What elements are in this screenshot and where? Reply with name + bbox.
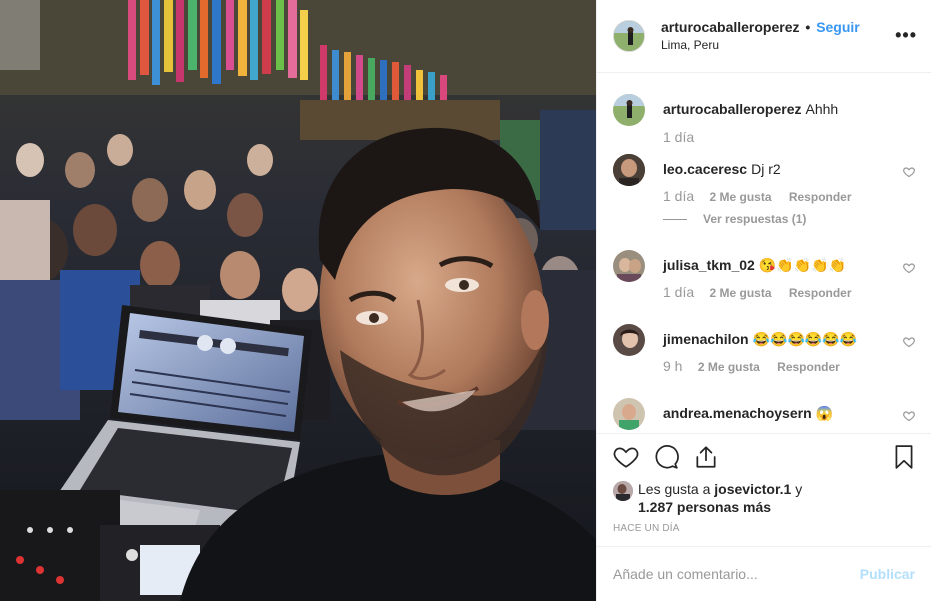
comment-item: arturocaballeroperez Ahhh 1 día xyxy=(613,94,915,154)
bookmark-icon[interactable] xyxy=(891,444,917,470)
comment-item: andrea.menachoysern 😱 xyxy=(613,398,915,433)
comment-time[interactable]: 9 h xyxy=(663,358,682,374)
comment-username[interactable]: arturocaballeroperez xyxy=(663,101,802,117)
post-photo[interactable] xyxy=(0,0,596,601)
post-actions xyxy=(597,433,931,477)
instagram-post: arturocaballeroperez • Seguir Lima, Peru… xyxy=(0,0,931,601)
add-comment-bar: Publicar xyxy=(597,546,931,601)
first-liker-link[interactable]: josevictor.1 xyxy=(714,481,791,497)
more-options-icon[interactable]: ••• xyxy=(895,26,917,44)
header-info: arturocaballeroperez • Seguir Lima, Peru xyxy=(661,19,860,53)
liker-avatar-image xyxy=(613,481,633,501)
replies-line xyxy=(663,218,687,220)
likes-summary: Les gusta a josevictor.1 y 1.287 persona… xyxy=(613,478,915,518)
comment-bubble-icon[interactable] xyxy=(653,444,679,470)
comment-like-icon[interactable] xyxy=(903,262,915,274)
comment-item: leo.caceresc Dj r2 1 día 2 Me gusta Respo… xyxy=(613,154,915,234)
comment-text: 😂😂😂😂😂😂 xyxy=(752,331,858,347)
comment-meta: 1 día 2 Me gusta Responder xyxy=(663,284,866,300)
comment-text: 😘👏👏👏👏 xyxy=(758,257,847,273)
comment-username[interactable]: leo.caceresc xyxy=(663,161,747,177)
post-timestamp[interactable]: HACE UN DÍA xyxy=(613,523,680,534)
comment-like-icon[interactable] xyxy=(903,410,915,422)
likes-count-link[interactable]: 1.287 personas más xyxy=(638,499,771,515)
view-replies-label: Ver respuestas (1) xyxy=(703,212,807,226)
avatar-image xyxy=(613,94,645,126)
comment-item: julisa_tkm_02 😘👏👏👏👏 1 día 2 Me gusta Resp… xyxy=(613,250,915,310)
author-username[interactable]: arturocaballeroperez xyxy=(661,19,800,35)
comment-text: Dj r2 xyxy=(751,161,781,177)
comment-time[interactable]: 1 día xyxy=(663,129,694,145)
comment-like-icon[interactable] xyxy=(903,336,915,348)
heart-icon[interactable] xyxy=(613,444,639,470)
comments-list[interactable]: arturocaballeroperez Ahhh 1 día leo.cacer… xyxy=(597,74,931,433)
comment-avatar[interactable] xyxy=(613,154,645,186)
avatar-image xyxy=(613,324,645,356)
avatar-image xyxy=(613,250,645,282)
post-location[interactable]: Lima, Peru xyxy=(661,37,860,53)
comment-avatar[interactable] xyxy=(613,324,645,356)
comment-text: Ahhh xyxy=(805,101,839,117)
comment-likes[interactable]: 2 Me gusta xyxy=(698,360,760,374)
comment-body: julisa_tkm_02 😘👏👏👏👏 xyxy=(663,256,891,274)
comment-avatar[interactable] xyxy=(613,94,645,126)
author-avatar[interactable] xyxy=(613,20,645,52)
comment-text: 😱 xyxy=(815,405,834,421)
comment-avatar[interactable] xyxy=(613,250,645,282)
comment-body: arturocaballeroperez Ahhh xyxy=(663,100,891,118)
comment-body: leo.caceresc Dj r2 xyxy=(663,160,891,178)
post-photo-image xyxy=(0,0,596,601)
reply-button[interactable]: Responder xyxy=(777,360,840,374)
comment-body: jimenachilon 😂😂😂😂😂😂 xyxy=(663,330,891,348)
follow-button[interactable]: Seguir xyxy=(816,19,860,35)
comment-like-icon[interactable] xyxy=(903,166,915,178)
publish-button[interactable]: Publicar xyxy=(860,566,915,582)
comment-meta: 1 día xyxy=(663,129,706,145)
author-avatar-image xyxy=(614,21,644,51)
avatar-image xyxy=(613,154,645,186)
view-replies-button[interactable]: Ver respuestas (1) xyxy=(663,212,806,226)
header-line: arturocaballeroperez • Seguir xyxy=(661,19,860,35)
reply-button[interactable]: Responder xyxy=(789,286,852,300)
likes-text: Les gusta a josevictor.1 y 1.287 persona… xyxy=(638,480,802,516)
comment-input[interactable] xyxy=(613,563,833,585)
comment-likes[interactable]: 2 Me gusta xyxy=(709,190,771,204)
comment-username[interactable]: julisa_tkm_02 xyxy=(663,257,755,273)
header-separator: • xyxy=(805,19,811,35)
comment-avatar[interactable] xyxy=(613,398,645,430)
comment-meta: 9 h 2 Me gusta Responder xyxy=(663,358,854,374)
comment-username[interactable]: jimenachilon xyxy=(663,331,749,347)
comment-username[interactable]: andrea.menachoysern xyxy=(663,405,812,421)
comment-time[interactable]: 1 día xyxy=(663,284,694,300)
post-header: arturocaballeroperez • Seguir Lima, Peru… xyxy=(597,0,931,73)
comment-body: andrea.menachoysern 😱 xyxy=(663,404,891,422)
liker-avatar[interactable] xyxy=(613,481,633,501)
comment-time[interactable]: 1 día xyxy=(663,188,694,204)
likes-prefix: Les gusta a xyxy=(638,481,715,497)
likes-conjunction: y xyxy=(791,481,803,497)
comment-item: jimenachilon 😂😂😂😂😂😂 9 h 2 Me gusta Respon… xyxy=(613,324,915,384)
comment-meta: 1 día 2 Me gusta Responder xyxy=(663,188,866,204)
share-icon[interactable] xyxy=(693,444,719,470)
comment-likes[interactable]: 2 Me gusta xyxy=(709,286,771,300)
reply-button[interactable]: Responder xyxy=(789,190,852,204)
avatar-image xyxy=(613,398,645,430)
post-side-panel: arturocaballeroperez • Seguir Lima, Peru… xyxy=(596,0,931,601)
